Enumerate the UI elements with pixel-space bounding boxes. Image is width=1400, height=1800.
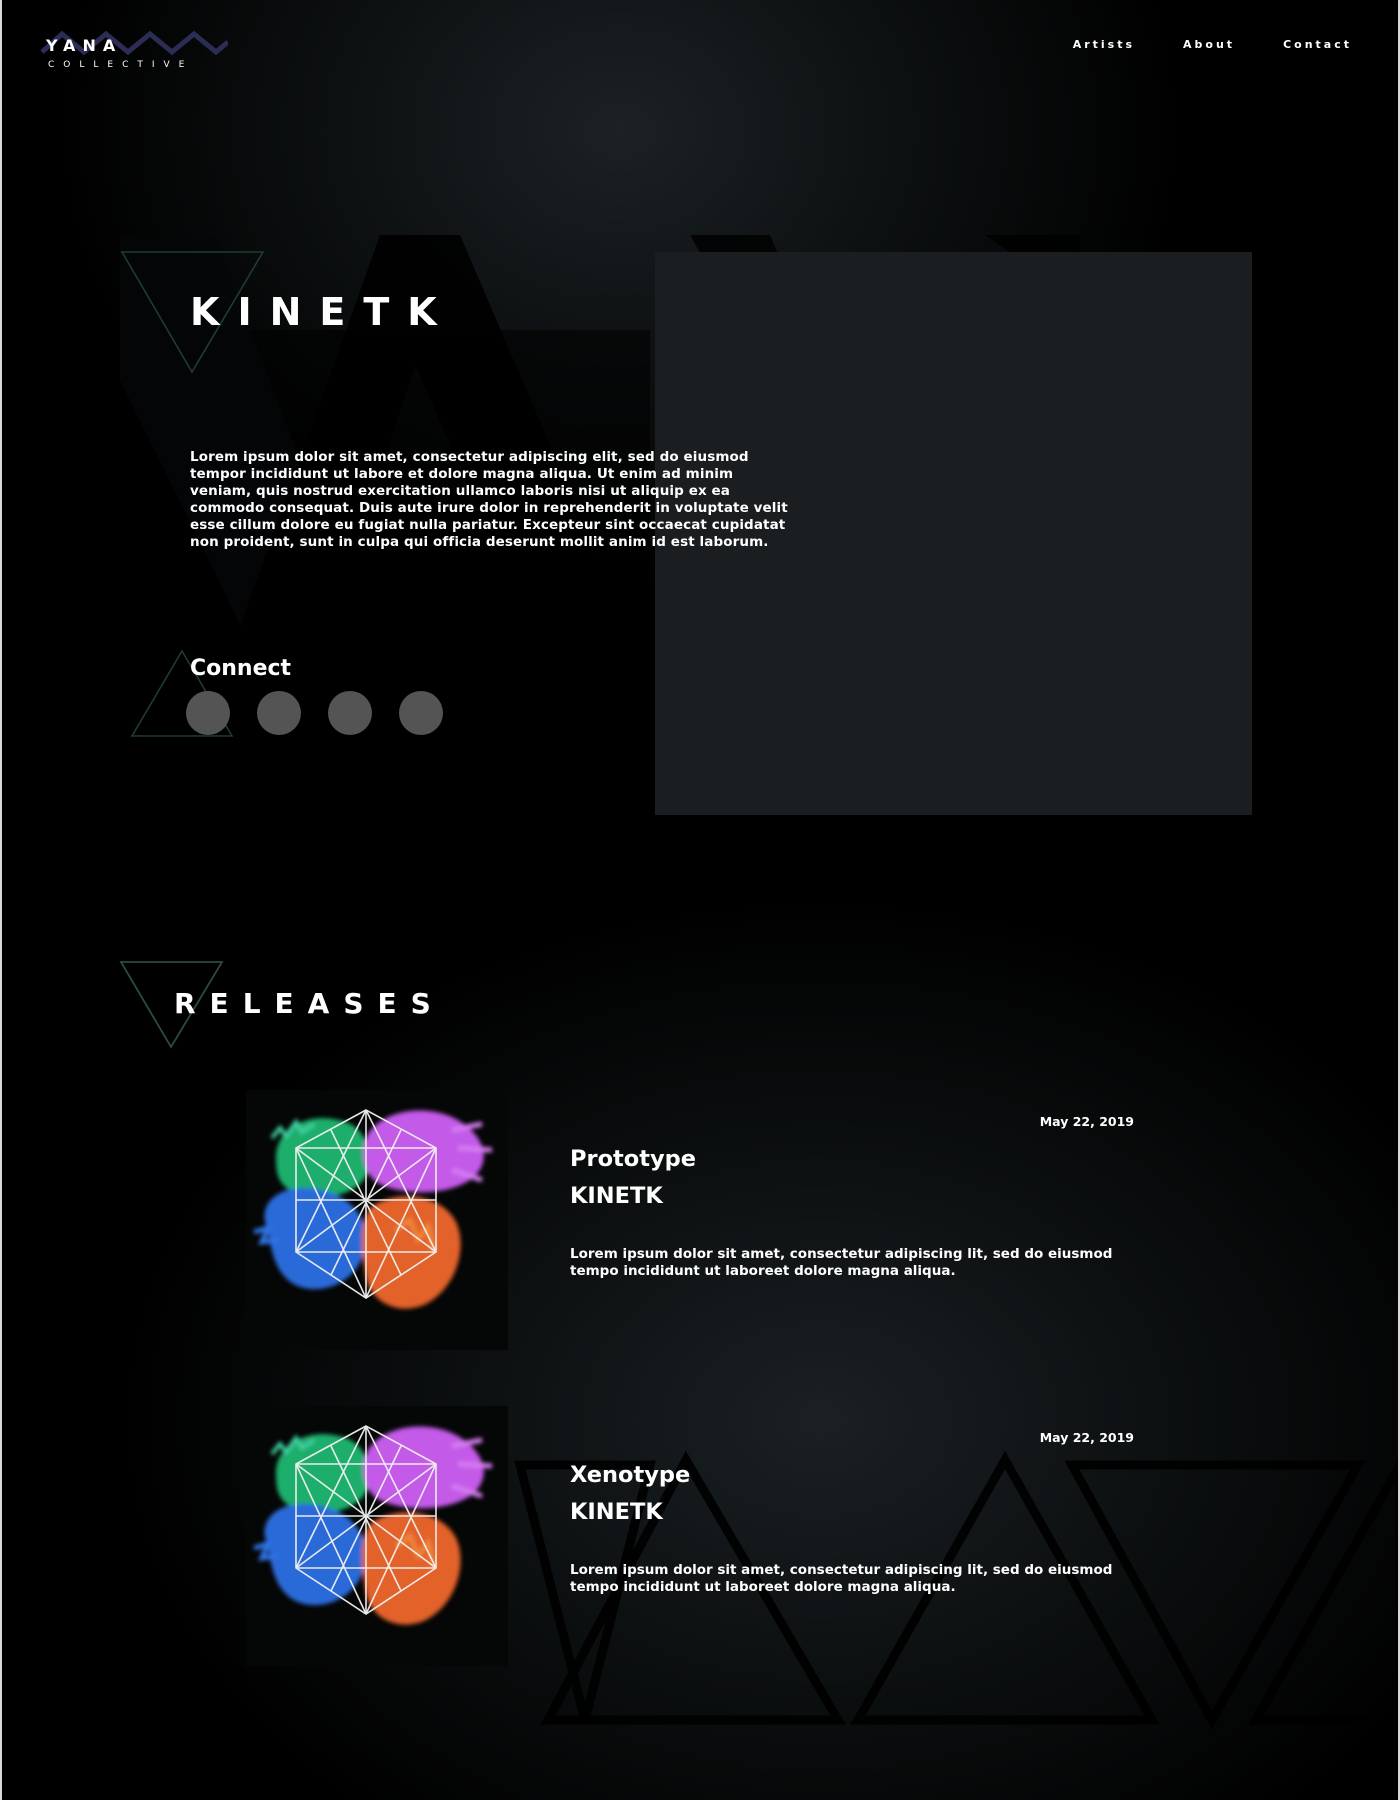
logo-wordmark: YANA	[46, 36, 123, 55]
social-links	[186, 691, 443, 735]
release-artist[interactable]: KINETK	[570, 1183, 663, 1209]
main-nav: Artists About Contact	[1073, 38, 1352, 51]
yana-collective-logo[interactable]: YANA COLLECTIVE	[38, 26, 228, 82]
social-link-1[interactable]	[186, 691, 230, 735]
release-description: Lorem ipsum dolor sit amet, consectetur …	[570, 1562, 1113, 1595]
logo-subtitle: COLLECTIVE	[48, 60, 194, 70]
artist-title: KINETK	[190, 290, 455, 334]
social-link-3[interactable]	[328, 691, 372, 735]
cube-artwork-icon	[253, 1425, 493, 1625]
nav-link-about[interactable]: About	[1183, 38, 1235, 51]
nav-link-contact[interactable]: Contact	[1283, 38, 1352, 51]
release-artwork[interactable]	[246, 1090, 508, 1350]
release-date: May 22, 2019	[1039, 1430, 1134, 1445]
cube-artwork-icon	[253, 1109, 493, 1309]
releases-heading: RELEASES	[174, 987, 445, 1020]
social-link-2[interactable]	[257, 691, 301, 735]
connect-heading: Connect	[190, 656, 292, 681]
release-artwork[interactable]	[246, 1406, 508, 1666]
nav-link-artists[interactable]: Artists	[1073, 38, 1135, 51]
release-item[interactable]: May 22, 2019 Prototype KINETK Lorem ipsu…	[0, 1090, 1400, 1350]
release-item[interactable]: May 22, 2019 Xenotype KINETK Lorem ipsum…	[0, 1406, 1400, 1666]
release-name[interactable]: Prototype	[570, 1146, 696, 1172]
release-date: May 22, 2019	[1039, 1114, 1134, 1129]
release-name[interactable]: Xenotype	[570, 1462, 690, 1488]
artist-bio: Lorem ipsum dolor sit amet, consectetur …	[190, 449, 788, 550]
release-artist[interactable]: KINETK	[570, 1499, 663, 1525]
release-description: Lorem ipsum dolor sit amet, consectetur …	[570, 1246, 1113, 1279]
page: YANA COLLECTIVE Artists About Contact KI…	[0, 0, 1400, 1800]
social-link-4[interactable]	[399, 691, 443, 735]
